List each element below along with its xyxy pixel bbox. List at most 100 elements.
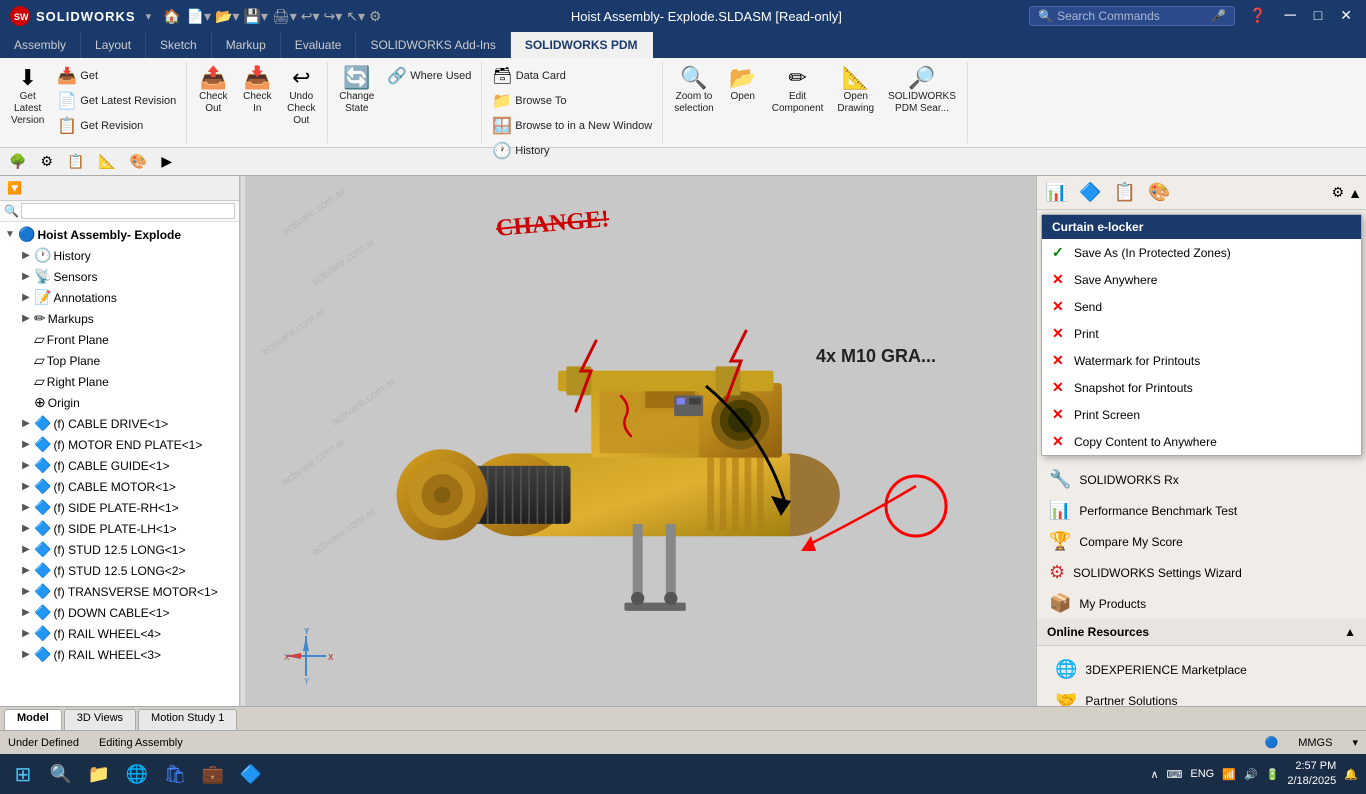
close-btn[interactable]: ✕ (1334, 7, 1358, 25)
new-btn[interactable]: 📄▾ (187, 8, 211, 25)
menu-print-screen[interactable]: ✕ Print Screen (1042, 401, 1361, 428)
print-btn[interactable]: 🖨▾ (272, 8, 297, 25)
tab-evaluate[interactable]: Evaluate (281, 32, 357, 58)
history-btn[interactable]: 🕐 History (488, 139, 656, 163)
tree-down-cable[interactable]: ▶ 🔷 (f) DOWN CABLE<1> (0, 602, 239, 623)
solidworks-rx-btn[interactable]: 🔧 SOLIDWORKS Rx (1041, 464, 1362, 495)
tab-sketch[interactable]: Sketch (146, 32, 212, 58)
settings-wizard-btn[interactable]: ⚙ SOLIDWORKS Settings Wizard (1041, 557, 1362, 588)
language-indicator[interactable]: ENG (1190, 768, 1214, 780)
clock-date[interactable]: 2:57 PM 2/18/2025 (1287, 759, 1336, 790)
notifications-btn[interactable]: 🔔 (1344, 768, 1358, 781)
open-btn2[interactable]: 📂 Open (723, 64, 763, 106)
tree-origin[interactable]: ⊕ Origin (0, 392, 239, 413)
toolbar-dim-expert-btn[interactable]: 📐 (93, 150, 120, 173)
tab-assembly[interactable]: Assembly (0, 32, 81, 58)
help-btn[interactable]: ❓ (1243, 7, 1272, 25)
menu-print[interactable]: ✕ Print (1042, 320, 1361, 347)
change-state-btn[interactable]: 🔄 ChangeState (334, 64, 379, 118)
tab-solidworks-addins[interactable]: SOLIDWORKS Add-Ins (356, 32, 510, 58)
tree-right-plane[interactable]: ▱ Right Plane (0, 371, 239, 392)
menu-snapshot[interactable]: ✕ Snapshot for Printouts (1042, 374, 1361, 401)
tree-motor-end-plate[interactable]: ▶ 🔷 (f) MOTOR END PLATE<1> (0, 434, 239, 455)
get-revision-btn[interactable]: 📋 Get Revision (53, 114, 180, 138)
tree-rail-wheel-3[interactable]: ▶ 🔷 (f) RAIL WHEEL<3> (0, 644, 239, 665)
toolbar-property-mgr-btn[interactable]: ⚙ (35, 150, 58, 173)
undo-btn[interactable]: ↩▾ (301, 8, 320, 25)
search-input[interactable] (1057, 9, 1207, 23)
get-btn[interactable]: 📥 Get (53, 64, 180, 88)
volume-icon[interactable]: 🔊 (1244, 768, 1258, 781)
compare-score-btn[interactable]: 🏆 Compare My Score (1041, 526, 1362, 557)
tree-top-plane[interactable]: ▱ Top Plane (0, 350, 239, 371)
browse-new-window-btn[interactable]: 🪟 Browse to in a New Window (488, 114, 656, 138)
right-tool-4[interactable]: 🎨 (1144, 180, 1174, 205)
filter-btn[interactable]: 🔽 (2, 178, 27, 198)
select-btn[interactable]: ↖▾ (346, 8, 365, 25)
search-box[interactable]: 🔍 🎤 (1029, 6, 1235, 26)
tree-cable-guide[interactable]: ▶ 🔷 (f) CABLE GUIDE<1> (0, 455, 239, 476)
right-panel-collapse-btn[interactable]: ⚙ (1332, 184, 1345, 201)
tree-rail-wheel-4[interactable]: ▶ 🔷 (f) RAIL WHEEL<4> (0, 623, 239, 644)
check-in-btn[interactable]: 📥 CheckIn (237, 64, 277, 118)
pdm-search-btn[interactable]: 🔎 SOLIDWORKSPDM Sear... (883, 64, 961, 118)
performance-benchmark-btn[interactable]: 📊 Performance Benchmark Test (1041, 495, 1362, 526)
tab-markup[interactable]: Markup (212, 32, 281, 58)
toolbar-feature-mgr-btn[interactable]: 🌳 (4, 150, 31, 173)
tree-markups[interactable]: ▶ ✏ Markups (0, 308, 239, 329)
tab-motion-study[interactable]: Motion Study 1 (138, 709, 237, 730)
toolbar-appearance-btn[interactable]: 🎨 (125, 150, 152, 173)
get-latest-version-btn[interactable]: ⬇ GetLatestVersion (6, 64, 49, 130)
zoom-to-selection-btn[interactable]: 🔍 Zoom toselection (669, 64, 718, 118)
check-out-btn[interactable]: 📤 CheckOut (193, 64, 233, 118)
tab-solidworks-pdm[interactable]: SOLIDWORKS PDM (511, 32, 653, 58)
toolbar-config-mgr-btn[interactable]: 📋 (62, 150, 89, 173)
tree-sensors[interactable]: ▶ 📡 Sensors (0, 266, 239, 287)
battery-icon[interactable]: 🔋 (1266, 768, 1280, 781)
edit-component-btn[interactable]: ✏ EditComponent (767, 64, 829, 118)
3dexperience-btn[interactable]: 🌐 3DEXPERIENCE Marketplace (1047, 654, 1356, 685)
start-button[interactable]: ⊞ (8, 759, 38, 789)
units-dropdown[interactable]: ▾ (1352, 736, 1358, 749)
tree-history[interactable]: ▶ 🕐 History (0, 245, 239, 266)
search-taskbar-btn[interactable]: 🔍 (46, 759, 76, 789)
tree-side-plate-lh[interactable]: ▶ 🔷 (f) SIDE PLATE-LH<1> (0, 518, 239, 539)
edge-browser-btn[interactable]: 🌐 (122, 759, 152, 789)
tree-root[interactable]: ▼ 🔵 Hoist Assembly- Explode (0, 224, 239, 245)
tab-layout[interactable]: Layout (81, 32, 146, 58)
file-explorer-btn[interactable]: 📁 (84, 759, 114, 789)
redo-btn[interactable]: ↪▾ (324, 8, 343, 25)
my-products-btn[interactable]: 📦 My Products (1041, 588, 1362, 619)
tab-model[interactable]: Model (4, 709, 62, 730)
online-resources-header[interactable]: Online Resources ▲ (1037, 619, 1366, 646)
save-btn[interactable]: 💾▾ (243, 8, 267, 25)
partner-solutions-btn[interactable]: 🤝 Partner Solutions (1047, 685, 1356, 706)
toolbar-expand-btn[interactable]: ▶ (156, 150, 177, 173)
get-latest-revision-btn[interactable]: 📄 Get Latest Revision (53, 89, 180, 113)
tree-cable-motor[interactable]: ▶ 🔷 (f) CABLE MOTOR<1> (0, 476, 239, 497)
tree-annotations[interactable]: ▶ 📝 Annotations (0, 287, 239, 308)
canvas-area[interactable]: activare.com.ar activare.com.ar activare… (246, 176, 1036, 706)
store-btn[interactable]: 🛍 (160, 759, 190, 789)
right-tool-1[interactable]: 📊 (1041, 180, 1071, 205)
menu-send[interactable]: ✕ Send (1042, 293, 1361, 320)
maximize-btn[interactable]: □ (1308, 7, 1328, 25)
home-btn[interactable]: 🏠 (163, 8, 180, 25)
minimize-btn[interactable]: ─ (1278, 7, 1301, 25)
tab-3d-views[interactable]: 3D Views (64, 709, 136, 730)
right-tool-3[interactable]: 📋 (1110, 180, 1140, 205)
menu-save-as[interactable]: ✓ Save As (In Protected Zones) (1042, 239, 1361, 266)
menu-save-anywhere[interactable]: ✕ Save Anywhere (1042, 266, 1361, 293)
search-voice-icon[interactable]: 🎤 (1211, 9, 1226, 23)
undo-check-out-btn[interactable]: ↩ UndoCheckOut (281, 64, 321, 130)
show-hidden-icons-btn[interactable]: ∧ (1150, 768, 1158, 781)
tree-transverse-motor[interactable]: ▶ 🔷 (f) TRANSVERSE MOTOR<1> (0, 581, 239, 602)
tree-side-plate-rh[interactable]: ▶ 🔷 (f) SIDE PLATE-RH<1> (0, 497, 239, 518)
tree-cable-drive[interactable]: ▶ 🔷 (f) CABLE DRIVE<1> (0, 413, 239, 434)
tree-stud-1[interactable]: ▶ 🔷 (f) STUD 12.5 LONG<1> (0, 539, 239, 560)
menu-copy-content[interactable]: ✕ Copy Content to Anywhere (1042, 428, 1361, 455)
filter-input[interactable] (21, 203, 235, 219)
menu-watermark[interactable]: ✕ Watermark for Printouts (1042, 347, 1361, 374)
tree-front-plane[interactable]: ▱ Front Plane (0, 329, 239, 350)
where-used-btn[interactable]: 🔗 Where Used (383, 64, 475, 88)
